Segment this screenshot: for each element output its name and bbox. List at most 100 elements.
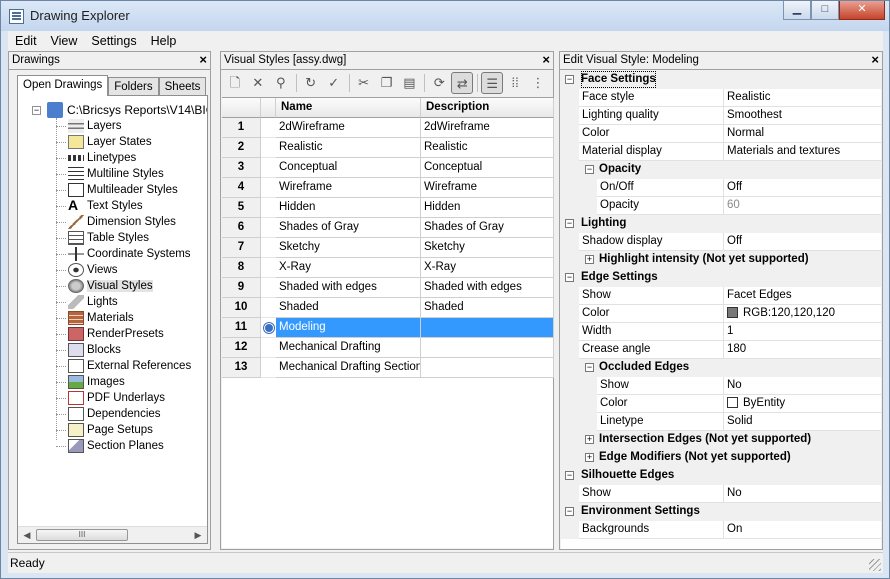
property-group[interactable]: + Edge Modifiers (Not yet supported) — [561, 449, 881, 467]
property-value[interactable]: Off — [724, 233, 881, 251]
scroll-right-icon[interactable]: ▶ — [192, 529, 204, 541]
refresh-icon[interactable]: ⟳ — [428, 72, 450, 94]
property-row[interactable]: Material display Materials and textures — [561, 143, 881, 161]
collapse-icon[interactable]: − — [565, 273, 574, 282]
row-number[interactable]: 8 — [222, 258, 261, 278]
property-value[interactable]: Solid — [724, 413, 881, 431]
property-value[interactable]: 180 — [724, 341, 881, 359]
tab-sheets[interactable]: Sheets — [158, 77, 207, 96]
tree-item-visual-styles[interactable]: Visual Styles — [56, 278, 153, 294]
property-group[interactable]: − Lighting — [561, 215, 881, 233]
property-value[interactable]: Facet Edges — [724, 287, 881, 305]
property-row[interactable]: Color RGB:120,120,120 — [561, 305, 881, 323]
tree-item-dependencies[interactable]: Dependencies — [56, 406, 161, 422]
visual-styles-grid[interactable]: Name Description 1 2dWireframe 2dWireframe… — [222, 97, 554, 548]
icon-view-icon[interactable]: ⁞⁞ — [504, 72, 526, 94]
purge-icon[interactable]: ⚲ — [270, 72, 292, 94]
title-bar[interactable]: Drawing Explorer ▁ □ ✕ — [1, 1, 889, 31]
close-pane-icon[interactable]: × — [199, 52, 207, 67]
collapse-icon[interactable]: − — [565, 471, 574, 480]
style-description-cell[interactable]: Sketchy — [421, 238, 554, 258]
property-row[interactable]: Backgrounds On — [561, 521, 881, 539]
table-row[interactable]: 11 Modeling — [222, 318, 554, 338]
name-column-header[interactable]: Name — [276, 98, 421, 118]
property-value[interactable]: On — [724, 521, 881, 539]
tree-item-coordinate-systems[interactable]: Coordinate Systems — [56, 246, 191, 262]
table-row[interactable]: 4 Wireframe Wireframe — [222, 178, 554, 198]
resize-grip-icon[interactable] — [869, 559, 881, 571]
close-pane-icon[interactable]: × — [871, 52, 879, 67]
new-style-icon[interactable]: 🗋 — [224, 72, 246, 94]
style-name-cell[interactable]: Shades of Gray — [276, 218, 421, 238]
tree-item-multileader-styles[interactable]: Multileader Styles — [56, 182, 178, 198]
property-row[interactable]: Linetype Solid — [561, 413, 881, 431]
tree-item-pdf-underlays[interactable]: PDF Underlays — [56, 390, 165, 406]
copy-icon[interactable]: ❐ — [376, 72, 398, 94]
tree-item-materials[interactable]: Materials — [56, 310, 134, 326]
property-value[interactable]: Smoothest — [724, 107, 881, 125]
row-number[interactable]: 12 — [222, 338, 261, 358]
maximize-icon[interactable]: □ — [811, 1, 839, 20]
property-value[interactable]: RGB:120,120,120 — [724, 305, 881, 323]
tree-view-icon[interactable]: ⋮ — [527, 72, 549, 94]
tree-item-dimension-styles[interactable]: Dimension Styles — [56, 214, 176, 230]
collapse-icon[interactable]: − — [565, 75, 574, 84]
style-description-cell[interactable]: Wireframe — [421, 178, 554, 198]
style-description-cell[interactable]: Hidden — [421, 198, 554, 218]
property-group[interactable]: − Occluded Edges — [561, 359, 881, 377]
horizontal-scrollbar[interactable]: ◀ III ▶ — [18, 526, 207, 543]
tree-item-multiline-styles[interactable]: Multiline Styles — [56, 166, 164, 182]
style-name-cell[interactable]: Shaded with edges — [276, 278, 421, 298]
table-row[interactable]: 1 2dWireframe 2dWireframe — [222, 118, 554, 138]
property-row[interactable]: Show No — [561, 377, 881, 395]
property-group[interactable]: + Highlight intensity (Not yet supported) — [561, 251, 881, 269]
style-description-cell[interactable]: Conceptual — [421, 158, 554, 178]
row-number[interactable]: 2 — [222, 138, 261, 158]
style-name-cell[interactable]: X-Ray — [276, 258, 421, 278]
tree-item-page-setups[interactable]: Page Setups — [56, 422, 153, 438]
description-column-header[interactable]: Description — [421, 98, 554, 118]
table-row[interactable]: 12 Mechanical Drafting — [222, 338, 554, 358]
property-value[interactable]: No — [724, 377, 881, 395]
property-group[interactable]: − Silhouette Edges — [561, 467, 881, 485]
style-name-cell[interactable]: Shaded — [276, 298, 421, 318]
style-name-cell[interactable]: Modeling — [276, 318, 421, 338]
style-description-cell[interactable] — [421, 358, 554, 378]
scrollbar-thumb[interactable]: III — [36, 529, 128, 541]
menu-help[interactable]: Help — [144, 31, 184, 51]
style-description-cell[interactable]: X-Ray — [421, 258, 554, 278]
property-group[interactable]: − Opacity — [561, 161, 881, 179]
property-value[interactable]: Off — [724, 179, 881, 197]
property-row[interactable]: Show No — [561, 485, 881, 503]
row-number[interactable]: 7 — [222, 238, 261, 258]
cut-icon[interactable]: ✂ — [353, 72, 375, 94]
style-description-cell[interactable] — [421, 318, 554, 338]
table-row[interactable]: 6 Shades of Gray Shades of Gray — [222, 218, 554, 238]
tree-root-drawing[interactable]: − C:\Bricsys Reports\V14\BIC — [32, 102, 207, 118]
property-value[interactable]: Realistic — [724, 89, 881, 107]
menu-edit[interactable]: Edit — [8, 31, 44, 51]
property-group[interactable]: + Intersection Edges (Not yet supported) — [561, 431, 881, 449]
property-group[interactable]: − Environment Settings — [561, 503, 881, 521]
property-group[interactable]: − Face Settings — [561, 71, 881, 89]
table-row[interactable]: 7 Sketchy Sketchy — [222, 238, 554, 258]
property-value[interactable]: Materials and textures — [724, 143, 881, 161]
table-row[interactable]: 2 Realistic Realistic — [222, 138, 554, 158]
property-row[interactable]: Show Facet Edges — [561, 287, 881, 305]
row-number[interactable]: 4 — [222, 178, 261, 198]
property-row[interactable]: Shadow display Off — [561, 233, 881, 251]
property-value[interactable]: 60 — [724, 197, 881, 215]
property-row[interactable]: Face style Realistic — [561, 89, 881, 107]
tree-item-layer-states[interactable]: Layer States — [56, 134, 152, 150]
delete-icon[interactable]: ✕ — [247, 72, 269, 94]
row-number[interactable]: 3 — [222, 158, 261, 178]
set-current-icon[interactable]: ↻ — [300, 72, 322, 94]
row-number[interactable]: 9 — [222, 278, 261, 298]
collapse-icon[interactable]: − — [565, 507, 574, 516]
row-number[interactable]: 10 — [222, 298, 261, 318]
tree-item-table-styles[interactable]: Table Styles — [56, 230, 149, 246]
property-value[interactable]: 1 — [724, 323, 881, 341]
tree-item-images[interactable]: Images — [56, 374, 125, 390]
tree-item-views[interactable]: Views — [56, 262, 117, 278]
style-description-cell[interactable]: 2dWireframe — [421, 118, 554, 138]
